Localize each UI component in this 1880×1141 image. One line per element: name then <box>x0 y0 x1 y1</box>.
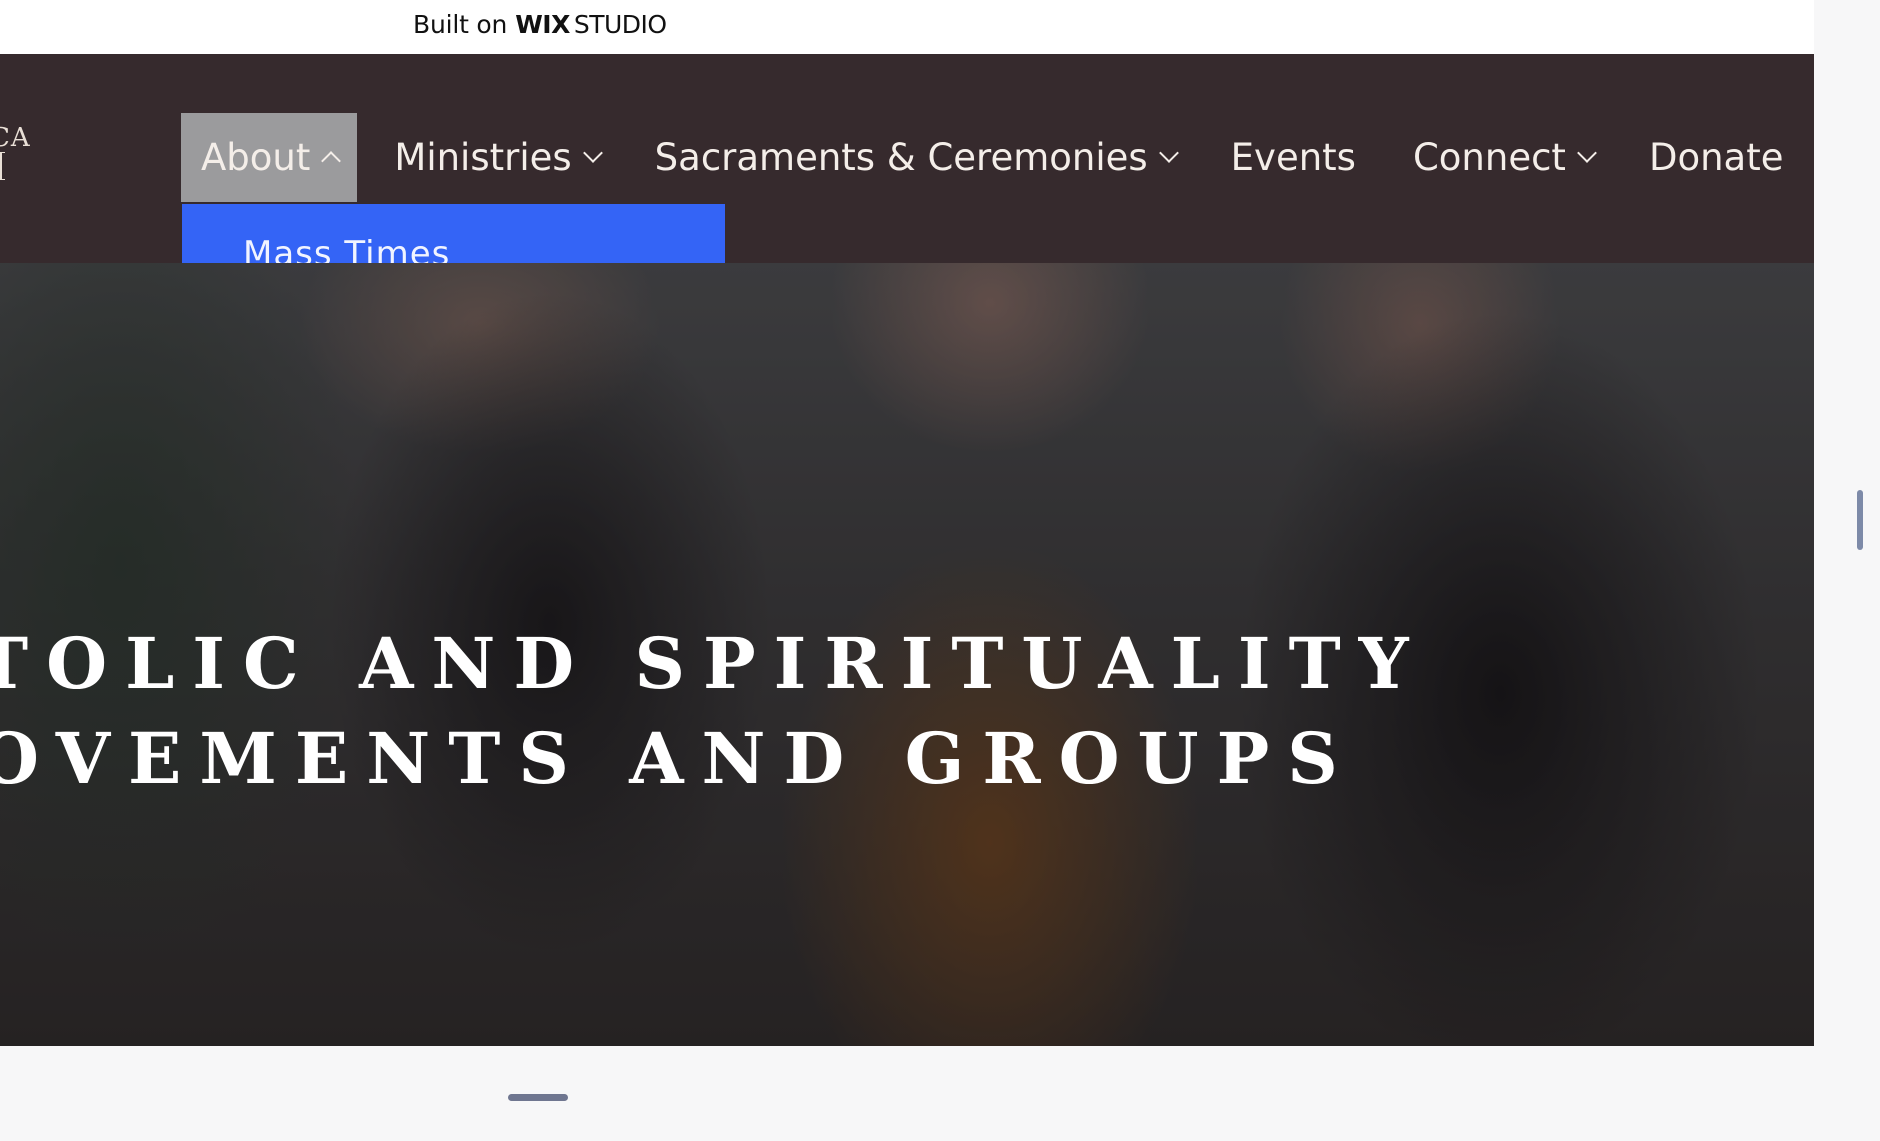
nav-item-label: Connect <box>1412 136 1566 179</box>
nav-item-ministries[interactable]: Ministries <box>394 113 603 202</box>
built-on-wix-studio-link[interactable]: Built on WIX STUDIO <box>413 10 667 39</box>
nav-item-label: Donate <box>1648 136 1784 179</box>
bottom-drag-handle[interactable] <box>508 1094 568 1101</box>
built-on-text: Built on <box>413 10 508 39</box>
logo-mark-icon <box>0 152 5 180</box>
nav-item-label: Sacraments & Ceremonies <box>654 136 1148 179</box>
nav-item-label: Ministries <box>394 136 572 179</box>
nav-item-label: Events <box>1230 136 1356 179</box>
nav-item-label: About <box>201 136 311 179</box>
hero-title-line-2: OVEMENTS AND GROUPS <box>0 716 1356 800</box>
wix-banner[interactable]: Built on WIX STUDIO <box>0 0 1814 54</box>
chevron-down-icon <box>1577 142 1597 163</box>
site-logo[interactable]: CA <box>0 124 31 180</box>
chevron-down-icon <box>582 142 603 163</box>
nav-item-sacraments-ceremonies[interactable]: Sacraments & Ceremonies <box>654 113 1179 202</box>
hero-title: TOLIC AND SPIRITUALITY OVEMENTS AND GROU… <box>0 616 1427 806</box>
dropdown-item-mass-times[interactable]: Mass Times <box>243 234 450 263</box>
hero-title-line-1: TOLIC AND SPIRITUALITY <box>0 621 1427 705</box>
main-nav: About Ministries Sacraments & Ceremonies… <box>181 113 1783 202</box>
about-dropdown-menu: Mass Times <box>182 204 725 263</box>
chevron-up-icon <box>321 150 342 171</box>
nav-item-donate[interactable]: Donate <box>1649 113 1784 202</box>
studio-logo-text: STUDIO <box>573 10 667 39</box>
hero-section: TOLIC AND SPIRITUALITY OVEMENTS AND GROU… <box>0 263 1814 1046</box>
nav-item-connect[interactable]: Connect <box>1412 113 1597 202</box>
chevron-down-icon <box>1158 142 1179 163</box>
page: Built onWIXSTUDIO CA About Ministries Sa… <box>0 0 1880 1141</box>
nav-item-events[interactable]: Events <box>1231 113 1356 202</box>
wix-logo-text: WIX <box>515 10 570 39</box>
nav-item-about[interactable]: About <box>181 113 358 202</box>
scrollbar-thumb[interactable] <box>1857 490 1863 550</box>
logo-text: CA <box>0 123 31 153</box>
